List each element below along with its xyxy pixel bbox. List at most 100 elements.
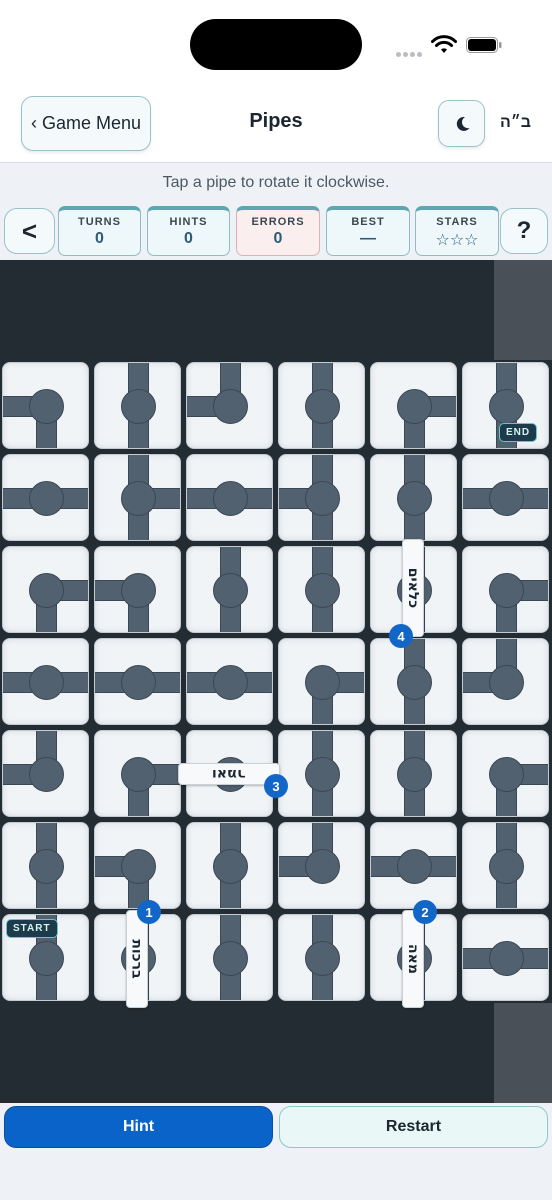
word-card-3-text: ואמר — [212, 766, 246, 782]
stat-turns-label: TURNS — [78, 216, 121, 228]
word-card-1: ברכות — [126, 910, 148, 1008]
stat-turns: TURNS 0 — [58, 206, 141, 256]
end-tag: END — [499, 423, 538, 442]
pipe-tile[interactable] — [462, 546, 549, 633]
pipe-tile[interactable] — [278, 730, 365, 817]
pipe-tile[interactable] — [462, 638, 549, 725]
pipe-tile[interactable] — [2, 546, 89, 633]
pipe-tile[interactable] — [370, 638, 457, 725]
pipe-hub — [29, 941, 64, 976]
pipe-hub — [397, 849, 432, 884]
stat-best: BEST — — [326, 206, 410, 256]
pipe-hub — [213, 389, 248, 424]
pipe-tile[interactable] — [94, 730, 181, 817]
pipe-hub — [305, 757, 340, 792]
pipe-tile[interactable] — [186, 914, 273, 1001]
pipe-tile[interactable] — [370, 730, 457, 817]
stat-turns-value: 0 — [95, 230, 104, 247]
pipe-tile[interactable] — [186, 362, 273, 449]
page-title: Pipes — [249, 110, 303, 132]
pipe-tile[interactable] — [94, 546, 181, 633]
stat-best-label: BEST — [351, 216, 385, 228]
pipe-hub — [121, 665, 156, 700]
pipe-tile[interactable] — [278, 638, 365, 725]
battery-icon — [466, 37, 502, 53]
pipe-hub — [489, 481, 524, 516]
pipe-tile[interactable] — [2, 362, 89, 449]
stats-row: < TURNS 0 HINTS 0 ERRORS 0 BEST — STARS … — [0, 202, 552, 260]
stat-stars: STARS ☆☆☆ — [415, 206, 499, 256]
pipe-tile[interactable] — [2, 730, 89, 817]
pipe-hub — [305, 389, 340, 424]
word-card-3-badge: 3 — [264, 774, 288, 798]
pipe-hub — [489, 665, 524, 700]
status-bar — [0, 0, 552, 90]
dark-mode-button[interactable] — [438, 100, 485, 147]
pipe-tile[interactable] — [370, 822, 457, 909]
pipe-hub — [121, 573, 156, 608]
hint-button[interactable]: Hint — [4, 1106, 273, 1148]
pipe-hub — [489, 573, 524, 608]
pipe-hub — [213, 665, 248, 700]
help-button[interactable]: ? — [500, 208, 548, 254]
pipe-tile[interactable] — [462, 914, 549, 1001]
pipe-tile[interactable] — [278, 822, 365, 909]
pipe-hub — [489, 849, 524, 884]
pipe-tile[interactable] — [462, 822, 549, 909]
pipe-hub — [121, 849, 156, 884]
pipe-tile[interactable] — [186, 822, 273, 909]
stat-stars-label: STARS — [436, 216, 478, 228]
pipe-hub — [29, 757, 64, 792]
pipe-tile[interactable] — [278, 914, 365, 1001]
pipe-hub — [213, 849, 248, 884]
stat-errors: ERRORS 0 — [236, 206, 320, 256]
pipe-hub — [121, 757, 156, 792]
pipe-tile[interactable] — [278, 362, 365, 449]
pipe-hub — [305, 573, 340, 608]
stat-best-value: — — [360, 230, 376, 247]
pipe-hub — [305, 665, 340, 700]
pipe-hub — [305, 941, 340, 976]
game-board: END START כלאים 4 ואמר 3 ברכות 1 מאה 2 — [0, 260, 552, 1103]
word-card-4-text: כלאים — [405, 567, 421, 609]
back-button[interactable]: < — [4, 208, 55, 254]
word-card-1-text: ברכות — [129, 939, 146, 979]
pipe-tile[interactable] — [186, 638, 273, 725]
stat-hints-value: 0 — [184, 230, 193, 247]
pipe-hub — [397, 757, 432, 792]
pipe-tile[interactable] — [186, 546, 273, 633]
pipe-hub — [121, 389, 156, 424]
pipe-hub — [305, 849, 340, 884]
pipe-tile[interactable] — [462, 454, 549, 541]
pipe-tile[interactable] — [94, 454, 181, 541]
pipe-tile[interactable] — [278, 546, 365, 633]
pipe-tile[interactable] — [278, 454, 365, 541]
pipe-hub — [121, 481, 156, 516]
pipe-tile[interactable] — [370, 362, 457, 449]
pipe-tile[interactable] — [94, 362, 181, 449]
pipe-tile[interactable] — [2, 638, 89, 725]
bh-label: ב״ה — [500, 114, 532, 131]
pipe-tile[interactable] — [94, 822, 181, 909]
wifi-icon — [431, 35, 457, 53]
pipe-hub — [397, 665, 432, 700]
pipe-hub — [213, 481, 248, 516]
pipe-hub — [397, 481, 432, 516]
dynamic-island — [190, 19, 362, 70]
pipe-hub — [29, 481, 64, 516]
pipe-tile[interactable] — [462, 730, 549, 817]
pipe-tile[interactable] — [2, 822, 89, 909]
pipe-tile[interactable] — [94, 638, 181, 725]
word-card-2-text: מאה — [405, 944, 422, 974]
restart-button[interactable]: Restart — [279, 1106, 548, 1148]
game-menu-button[interactable]: ‹ Game Menu — [21, 96, 151, 151]
word-card-4: כלאים — [402, 539, 424, 637]
stat-errors-value: 0 — [273, 230, 283, 247]
pipe-hub — [29, 573, 64, 608]
pipe-tile[interactable] — [2, 454, 89, 541]
pipe-hub — [397, 389, 432, 424]
pipe-tile[interactable] — [186, 454, 273, 541]
pipe-tile[interactable] — [370, 454, 457, 541]
pipe-hub — [29, 665, 64, 700]
pipe-hub — [489, 941, 524, 976]
